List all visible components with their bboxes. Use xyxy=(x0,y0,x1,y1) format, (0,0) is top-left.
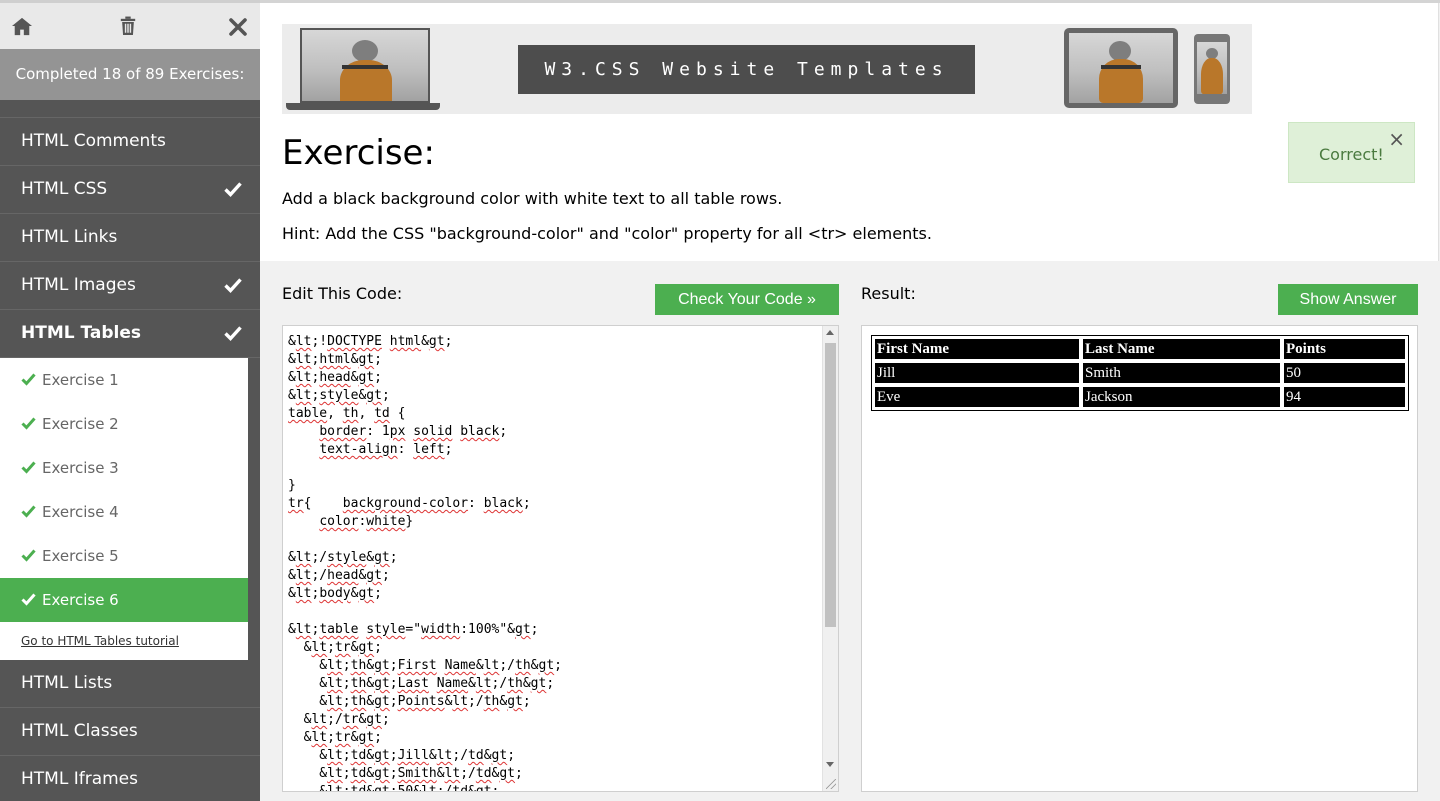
exercise-header: W3.CSS Website Templates Exercise: Add a… xyxy=(260,3,1439,261)
result-label: Result: xyxy=(861,284,916,303)
table-cell: 94 xyxy=(1283,386,1406,408)
exercise-label: Exercise 1 xyxy=(42,371,119,389)
table-header-cell: Last Name xyxy=(1082,338,1281,360)
table-row: Eve Jackson 94 xyxy=(874,386,1406,408)
trash-icon[interactable] xyxy=(119,16,141,38)
sidebar-item-html-tables[interactable]: HTML Tables xyxy=(0,310,260,358)
sidebar-item-label: HTML Lists xyxy=(21,673,113,693)
scroll-up-arrow-icon[interactable] xyxy=(826,330,834,335)
table-header-cell: First Name xyxy=(874,338,1080,360)
sidebar-item-label: HTML Classes xyxy=(21,721,138,741)
table-cell: Jill xyxy=(874,362,1080,384)
code-editor-text[interactable]: &lt;!DOCTYPE html&gt; &lt;html&gt; &lt;h… xyxy=(288,333,562,791)
exercise-label: Exercise 3 xyxy=(42,459,119,477)
exercise-link-2[interactable]: Exercise 2 xyxy=(0,402,248,446)
exercise-title: Exercise: xyxy=(282,133,435,173)
check-icon xyxy=(21,372,36,386)
tablet-illustration xyxy=(1064,28,1178,108)
check-icon xyxy=(224,325,242,341)
sidebar-item-html-comments[interactable]: HTML Comments xyxy=(0,118,260,166)
result-table: First Name Last Name Points Jill Smith 5… xyxy=(871,335,1409,411)
sidebar-item-html-css[interactable]: HTML CSS xyxy=(0,166,260,214)
banner-title: W3.CSS Website Templates xyxy=(518,45,975,94)
exercise-link-5[interactable]: Exercise 5 xyxy=(0,534,248,578)
editor-scrollbar[interactable] xyxy=(822,326,838,791)
table-cell: Smith xyxy=(1082,362,1281,384)
scrollbar-thumb[interactable] xyxy=(825,343,836,627)
templates-banner[interactable]: W3.CSS Website Templates xyxy=(282,24,1252,114)
sidebar-toolbar xyxy=(0,0,260,49)
sidebar-item-label: HTML Iframes xyxy=(21,769,138,789)
sidebar-item-label: HTML Images xyxy=(21,275,136,295)
sidebar-item-html-links[interactable]: HTML Links xyxy=(0,214,260,262)
sidebar-item-html-iframes[interactable]: HTML Iframes xyxy=(0,756,260,801)
home-icon[interactable] xyxy=(11,16,33,38)
sidebar-item-label: HTML Tables xyxy=(21,323,142,343)
sidebar-item-label: HTML Comments xyxy=(21,131,166,151)
exercise-main: W3.CSS Website Templates Exercise: Add a… xyxy=(260,0,1440,801)
check-icon xyxy=(21,548,36,562)
tables-exercise-list: Exercise 1 Exercise 2 Exercise 3 Exercis… xyxy=(0,358,248,660)
table-header-row: First Name Last Name Points xyxy=(874,338,1406,360)
scroll-down-arrow-icon[interactable] xyxy=(826,762,834,767)
table-row: Jill Smith 50 xyxy=(874,362,1406,384)
exercise-link-3[interactable]: Exercise 3 xyxy=(0,446,248,490)
sidebar-item-label: HTML Links xyxy=(21,227,118,247)
resize-grip-icon[interactable] xyxy=(826,779,836,789)
exercise-label: Exercise 2 xyxy=(42,415,119,433)
phone-illustration xyxy=(1194,34,1230,104)
progress-status: Completed 18 of 89 Exercises: xyxy=(0,49,260,100)
tutorial-link[interactable]: Go to HTML Tables tutorial xyxy=(0,622,248,660)
exercise-description: Add a black background color with white … xyxy=(282,189,783,208)
table-cell: Jackson xyxy=(1082,386,1281,408)
table-cell: 50 xyxy=(1283,362,1406,384)
laptop-illustration xyxy=(286,28,440,110)
sidebar-item-partial[interactable] xyxy=(0,100,260,118)
table-header-cell: Points xyxy=(1283,338,1406,360)
check-icon xyxy=(224,277,242,293)
sidebar-item-html-images[interactable]: HTML Images xyxy=(0,262,260,310)
sidebar-item-html-lists[interactable]: HTML Lists xyxy=(0,660,260,708)
close-icon[interactable]: × xyxy=(1388,129,1405,149)
check-code-button[interactable]: Check Your Code » xyxy=(655,284,839,315)
exercise-label: Exercise 6 xyxy=(42,591,119,609)
correct-text: Correct! xyxy=(1319,145,1384,164)
exercise-hint: Hint: Add the CSS "background-color" and… xyxy=(282,224,932,243)
exercise-label: Exercise 5 xyxy=(42,547,119,565)
close-icon[interactable] xyxy=(229,18,251,40)
check-icon xyxy=(21,416,36,430)
exercise-sidebar: Completed 18 of 89 Exercises: HTML Comme… xyxy=(0,0,260,801)
exercise-link-4[interactable]: Exercise 4 xyxy=(0,490,248,534)
sidebar-item-html-classes[interactable]: HTML Classes xyxy=(0,708,260,756)
code-editor[interactable]: &lt;!DOCTYPE html&gt; &lt;html&gt; &lt;h… xyxy=(282,325,839,792)
exercise-link-6[interactable]: Exercise 6 xyxy=(0,578,248,622)
result-frame: First Name Last Name Points Jill Smith 5… xyxy=(861,325,1418,792)
table-cell: Eve xyxy=(874,386,1080,408)
correct-notification: Correct! × xyxy=(1288,122,1415,183)
exercise-label: Exercise 4 xyxy=(42,503,119,521)
check-icon xyxy=(21,504,36,518)
check-icon xyxy=(224,181,242,197)
exercise-link-1[interactable]: Exercise 1 xyxy=(0,358,248,402)
progress-text: Completed 18 of 89 Exercises: xyxy=(15,65,245,83)
check-icon xyxy=(21,592,36,606)
check-icon xyxy=(21,460,36,474)
sidebar-item-label: HTML CSS xyxy=(21,179,108,199)
show-answer-button[interactable]: Show Answer xyxy=(1278,284,1418,315)
edit-code-label: Edit This Code: xyxy=(282,284,403,303)
